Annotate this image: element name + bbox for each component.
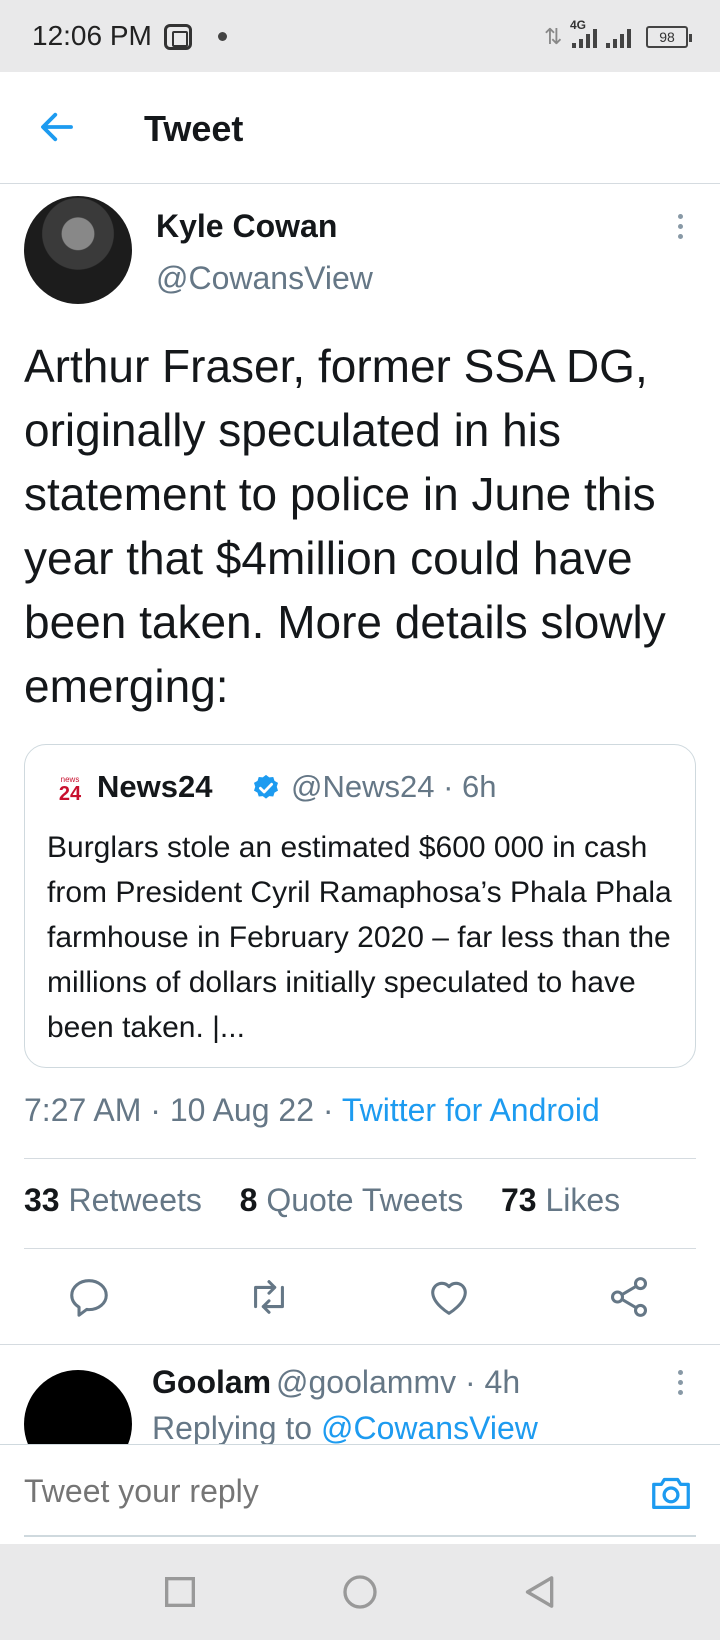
divider: [24, 1248, 696, 1249]
status-bar: 12:06 PM ⇅ 4G 98: [0, 0, 720, 72]
tweet-source-link[interactable]: Twitter for Android: [342, 1092, 600, 1128]
reply-handle-time: @goolammv · 4h: [276, 1364, 521, 1400]
reply-author-name[interactable]: Goolam: [152, 1364, 271, 1401]
quoted-author-name: News24: [97, 769, 213, 804]
author-handle[interactable]: @CowansView: [156, 260, 373, 297]
divider: [24, 1158, 696, 1159]
share-icon[interactable]: [606, 1274, 652, 1320]
back-triangle-icon[interactable]: [520, 1572, 560, 1612]
more-options-icon[interactable]: [672, 214, 688, 244]
notification-dot-icon: [218, 32, 227, 41]
app-notification-icon: [164, 24, 192, 50]
recents-square-icon[interactable]: [160, 1572, 200, 1612]
quote-tweets-stat[interactable]: 8 Quote Tweets: [240, 1182, 464, 1218]
page-title: Tweet: [144, 108, 244, 149]
top-app-bar: Tweet: [0, 72, 720, 184]
data-activity-icon: ⇅: [544, 24, 563, 49]
retweets-stat[interactable]: 33 Retweets: [24, 1182, 202, 1218]
reply-more-options-icon[interactable]: [672, 1370, 688, 1400]
reply-icon[interactable]: [66, 1274, 112, 1320]
signal-2-icon: [606, 28, 631, 48]
verified-badge-icon: [254, 774, 278, 799]
camera-icon[interactable]: [648, 1469, 694, 1515]
retweet-icon[interactable]: [246, 1274, 292, 1320]
author-name[interactable]: Kyle Cowan: [156, 208, 337, 245]
status-time: 12:06 PM: [32, 20, 152, 51]
replying-mention-link[interactable]: @CowansView: [321, 1410, 538, 1446]
home-circle-icon[interactable]: [340, 1572, 380, 1612]
quoted-handle-time: @News24 · 6h: [291, 769, 497, 804]
quoted-tweet-text: Burglars stole an estimated $600 000 in …: [47, 831, 672, 1044]
tweet-stats: 33 Retweets 8 Quote Tweets 73 Likes: [24, 1182, 620, 1219]
reply-composer: [0, 1444, 720, 1544]
reply-input[interactable]: [24, 1473, 584, 1510]
news24-logo: news 24: [58, 775, 82, 805]
tweet-actions: [0, 1274, 720, 1344]
likes-stat[interactable]: 73 Likes: [501, 1182, 620, 1218]
back-arrow-icon[interactable]: [36, 106, 78, 148]
battery-level: 98: [659, 29, 675, 45]
author-avatar[interactable]: [24, 196, 132, 304]
input-underline: [24, 1535, 696, 1537]
like-heart-icon[interactable]: [426, 1274, 472, 1320]
system-nav-bar: [0, 1544, 720, 1640]
tweet-meta: 7:27 AM · 10 Aug 22 · Twitter for Androi…: [24, 1092, 600, 1129]
battery-icon: 98: [646, 26, 692, 48]
quoted-tweet-card[interactable]: news 24 News24 @News24 · 6h Burglars sto…: [24, 744, 696, 1068]
replying-to: Replying to @CowansView: [152, 1410, 538, 1446]
divider: [0, 1344, 720, 1345]
tweet-timestamp: 7:27 AM · 10 Aug 22 ·: [24, 1092, 342, 1128]
tweet-text: Arthur Fraser, former SSA DG, originally…: [24, 340, 666, 712]
signal-icon: [572, 28, 597, 48]
